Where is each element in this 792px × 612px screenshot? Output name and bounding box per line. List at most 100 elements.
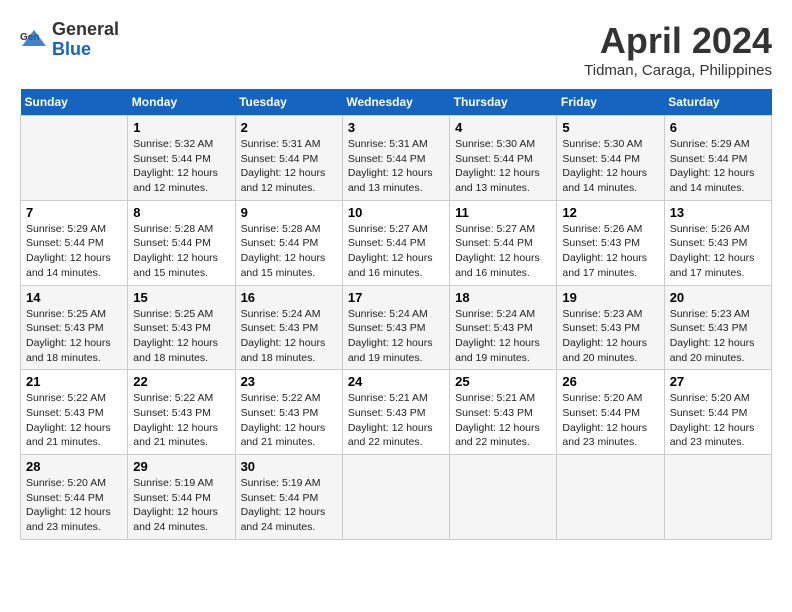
day-number: 6 <box>670 120 766 135</box>
day-number: 20 <box>670 290 766 305</box>
calendar-week-row: 21Sunrise: 5:22 AM Sunset: 5:43 PM Dayli… <box>21 370 772 455</box>
day-info: Sunrise: 5:20 AM Sunset: 5:44 PM Dayligh… <box>562 391 658 450</box>
day-info: Sunrise: 5:24 AM Sunset: 5:43 PM Dayligh… <box>455 307 551 366</box>
day-info: Sunrise: 5:30 AM Sunset: 5:44 PM Dayligh… <box>455 137 551 196</box>
day-number: 8 <box>133 205 229 220</box>
day-info: Sunrise: 5:23 AM Sunset: 5:43 PM Dayligh… <box>670 307 766 366</box>
day-number: 25 <box>455 374 551 389</box>
day-number: 5 <box>562 120 658 135</box>
calendar-cell <box>21 116 128 201</box>
calendar-cell: 5 Sunrise: 5:30 AM Sunset: 5:44 PM Daylig… <box>557 116 664 201</box>
day-info: Sunrise: 5:31 AM Sunset: 5:44 PM Dayligh… <box>348 137 444 196</box>
month-title: April 2024 <box>584 20 772 62</box>
calendar-cell: 22 Sunrise: 5:22 AM Sunset: 5:43 PM Dayli… <box>128 370 235 455</box>
day-info: Sunrise: 5:20 AM Sunset: 5:44 PM Dayligh… <box>670 391 766 450</box>
logo-blue: Blue <box>52 39 91 59</box>
logo-icon: Gen <box>20 26 48 54</box>
calendar-table: SundayMondayTuesdayWednesdayThursdayFrid… <box>20 89 772 540</box>
calendar-cell: 24 Sunrise: 5:21 AM Sunset: 5:43 PM Dayli… <box>342 370 449 455</box>
calendar-week-row: 7 Sunrise: 5:29 AM Sunset: 5:44 PM Daylig… <box>21 200 772 285</box>
day-info: Sunrise: 5:20 AM Sunset: 5:44 PM Dayligh… <box>26 476 122 535</box>
calendar-cell: 26 Sunrise: 5:20 AM Sunset: 5:44 PM Dayli… <box>557 370 664 455</box>
day-number: 16 <box>241 290 337 305</box>
calendar-cell: 18Sunrise: 5:24 AM Sunset: 5:43 PM Dayli… <box>450 285 557 370</box>
day-info: Sunrise: 5:29 AM Sunset: 5:44 PM Dayligh… <box>26 222 122 281</box>
day-info: Sunrise: 5:22 AM Sunset: 5:43 PM Dayligh… <box>133 391 229 450</box>
day-number: 23 <box>241 374 337 389</box>
day-info: Sunrise: 5:21 AM Sunset: 5:43 PM Dayligh… <box>348 391 444 450</box>
day-number: 29 <box>133 459 229 474</box>
calendar-cell: 29 Sunrise: 5:19 AM Sunset: 5:44 PM Dayli… <box>128 455 235 540</box>
day-info: Sunrise: 5:23 AM Sunset: 5:43 PM Dayligh… <box>562 307 658 366</box>
day-info: Sunrise: 5:25 AM Sunset: 5:43 PM Dayligh… <box>133 307 229 366</box>
logo: Gen General Blue <box>20 20 119 60</box>
calendar-cell: 13Sunrise: 5:26 AM Sunset: 5:43 PM Dayli… <box>664 200 771 285</box>
page-header: Gen General Blue April 2024 Tidman, Cara… <box>20 20 772 79</box>
calendar-cell: 30 Sunrise: 5:19 AM Sunset: 5:44 PM Dayli… <box>235 455 342 540</box>
day-info: Sunrise: 5:28 AM Sunset: 5:44 PM Dayligh… <box>133 222 229 281</box>
calendar-cell: 11 Sunrise: 5:27 AM Sunset: 5:44 PM Dayli… <box>450 200 557 285</box>
column-header-monday: Monday <box>128 89 235 116</box>
calendar-cell <box>342 455 449 540</box>
day-number: 4 <box>455 120 551 135</box>
day-number: 26 <box>562 374 658 389</box>
calendar-week-row: 1 Sunrise: 5:32 AM Sunset: 5:44 PM Daylig… <box>21 116 772 201</box>
day-info: Sunrise: 5:22 AM Sunset: 5:43 PM Dayligh… <box>241 391 337 450</box>
calendar-cell: 7 Sunrise: 5:29 AM Sunset: 5:44 PM Daylig… <box>21 200 128 285</box>
location-subtitle: Tidman, Caraga, Philippines <box>584 62 772 79</box>
day-info: Sunrise: 5:31 AM Sunset: 5:44 PM Dayligh… <box>241 137 337 196</box>
day-info: Sunrise: 5:32 AM Sunset: 5:44 PM Dayligh… <box>133 137 229 196</box>
calendar-cell: 2 Sunrise: 5:31 AM Sunset: 5:44 PM Daylig… <box>235 116 342 201</box>
day-info: Sunrise: 5:29 AM Sunset: 5:44 PM Dayligh… <box>670 137 766 196</box>
calendar-week-row: 14 Sunrise: 5:25 AM Sunset: 5:43 PM Dayli… <box>21 285 772 370</box>
calendar-cell: 17 Sunrise: 5:24 AM Sunset: 5:43 PM Dayli… <box>342 285 449 370</box>
calendar-cell: 15Sunrise: 5:25 AM Sunset: 5:43 PM Dayli… <box>128 285 235 370</box>
calendar-cell: 20 Sunrise: 5:23 AM Sunset: 5:43 PM Dayli… <box>664 285 771 370</box>
calendar-cell: 12 Sunrise: 5:26 AM Sunset: 5:43 PM Dayli… <box>557 200 664 285</box>
day-number: 14 <box>26 290 122 305</box>
calendar-cell: 25Sunrise: 5:21 AM Sunset: 5:43 PM Dayli… <box>450 370 557 455</box>
day-number: 7 <box>26 205 122 220</box>
calendar-cell: 14Sunrise: 5:25 AM Sunset: 5:43 PM Dayli… <box>21 285 128 370</box>
day-number: 1 <box>133 120 229 135</box>
day-info: Sunrise: 5:19 AM Sunset: 5:44 PM Dayligh… <box>133 476 229 535</box>
day-info: Sunrise: 5:19 AM Sunset: 5:44 PM Dayligh… <box>241 476 337 535</box>
day-number: 3 <box>348 120 444 135</box>
calendar-cell: 27 Sunrise: 5:20 AM Sunset: 5:44 PM Dayli… <box>664 370 771 455</box>
day-info: Sunrise: 5:27 AM Sunset: 5:44 PM Dayligh… <box>348 222 444 281</box>
column-header-sunday: Sunday <box>21 89 128 116</box>
day-info: Sunrise: 5:28 AM Sunset: 5:44 PM Dayligh… <box>241 222 337 281</box>
day-number: 27 <box>670 374 766 389</box>
calendar-cell: 9Sunrise: 5:28 AM Sunset: 5:44 PM Daylig… <box>235 200 342 285</box>
day-number: 24 <box>348 374 444 389</box>
day-info: Sunrise: 5:26 AM Sunset: 5:43 PM Dayligh… <box>670 222 766 281</box>
day-number: 10 <box>348 205 444 220</box>
day-number: 28 <box>26 459 122 474</box>
calendar-cell: 28 Sunrise: 5:20 AM Sunset: 5:44 PM Dayli… <box>21 455 128 540</box>
logo-general: General <box>52 19 119 39</box>
calendar-cell: 1 Sunrise: 5:32 AM Sunset: 5:44 PM Daylig… <box>128 116 235 201</box>
day-info: Sunrise: 5:27 AM Sunset: 5:44 PM Dayligh… <box>455 222 551 281</box>
day-info: Sunrise: 5:22 AM Sunset: 5:43 PM Dayligh… <box>26 391 122 450</box>
calendar-week-row: 28 Sunrise: 5:20 AM Sunset: 5:44 PM Dayli… <box>21 455 772 540</box>
calendar-cell: 10 Sunrise: 5:27 AM Sunset: 5:44 PM Dayli… <box>342 200 449 285</box>
day-info: Sunrise: 5:24 AM Sunset: 5:43 PM Dayligh… <box>241 307 337 366</box>
day-number: 12 <box>562 205 658 220</box>
day-number: 2 <box>241 120 337 135</box>
calendar-header-row: SundayMondayTuesdayWednesdayThursdayFrid… <box>21 89 772 116</box>
title-area: April 2024 Tidman, Caraga, Philippines <box>584 20 772 79</box>
column-header-wednesday: Wednesday <box>342 89 449 116</box>
day-number: 30 <box>241 459 337 474</box>
calendar-cell: 6 Sunrise: 5:29 AM Sunset: 5:44 PM Daylig… <box>664 116 771 201</box>
day-info: Sunrise: 5:30 AM Sunset: 5:44 PM Dayligh… <box>562 137 658 196</box>
day-info: Sunrise: 5:24 AM Sunset: 5:43 PM Dayligh… <box>348 307 444 366</box>
calendar-cell: 3 Sunrise: 5:31 AM Sunset: 5:44 PM Daylig… <box>342 116 449 201</box>
day-number: 11 <box>455 205 551 220</box>
calendar-cell: 16 Sunrise: 5:24 AM Sunset: 5:43 PM Dayli… <box>235 285 342 370</box>
column-header-tuesday: Tuesday <box>235 89 342 116</box>
calendar-cell <box>557 455 664 540</box>
day-info: Sunrise: 5:26 AM Sunset: 5:43 PM Dayligh… <box>562 222 658 281</box>
day-number: 22 <box>133 374 229 389</box>
column-header-friday: Friday <box>557 89 664 116</box>
day-number: 17 <box>348 290 444 305</box>
